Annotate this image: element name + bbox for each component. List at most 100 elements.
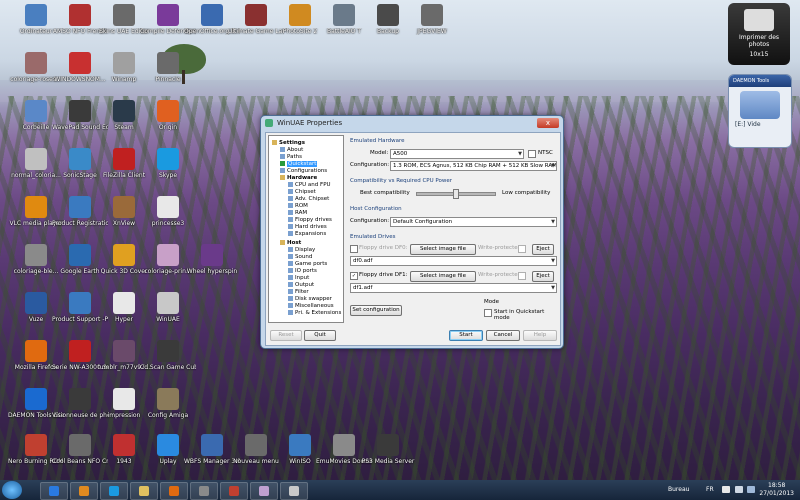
host-configuration-select[interactable]: Default Configuration ▼ <box>390 217 557 227</box>
df0-write-protected-checkbox[interactable] <box>518 245 526 253</box>
tree-item[interactable]: Output <box>288 282 314 289</box>
shortcut-icon <box>69 434 91 456</box>
taskbar-button-skype[interactable] <box>100 482 128 500</box>
reset-button[interactable]: Reset <box>270 330 302 341</box>
tree-item[interactable]: IO ports <box>288 268 317 275</box>
tree-item[interactable]: Game ports <box>288 261 327 268</box>
set-configuration-button[interactable]: Set configuration <box>350 305 402 316</box>
taskbar-button-firefox[interactable] <box>160 482 188 500</box>
tree-item-label: Floppy drives <box>295 217 332 223</box>
tree-item[interactable]: RAM <box>288 210 307 217</box>
close-button[interactable]: x <box>537 118 559 128</box>
tree-item[interactable]: Display <box>288 247 315 254</box>
start-button[interactable]: Start <box>449 330 483 341</box>
desktop-icon[interactable]: Origin <box>140 100 196 146</box>
df0-eject-button[interactable]: Eject <box>532 244 554 255</box>
desktop-icon[interactable]: WinUAE <box>140 292 196 338</box>
tree-item[interactable]: Pri. & Extensions <box>288 310 341 317</box>
help-button[interactable]: Help <box>523 330 557 341</box>
hw-configuration-select[interactable]: 1.3 ROM, ECS Agnus, 512 KB Chip RAM + 51… <box>390 161 557 171</box>
tray-flag-icon[interactable] <box>722 486 730 493</box>
quit-button[interactable]: Quit <box>304 330 336 341</box>
tree-item[interactable]: About <box>280 147 303 154</box>
best-compatibility-label: Best compatibility <box>360 190 410 196</box>
shortcut-icon <box>333 434 355 456</box>
taskbar-button-paint[interactable] <box>250 482 278 500</box>
df1-checkbox[interactable]: ✓ <box>350 272 358 280</box>
df1-label: Floppy drive DF1: <box>359 272 408 278</box>
desktop-icon[interactable]: Pinnacle <box>140 52 196 98</box>
ntsc-label: NTSC <box>538 150 553 156</box>
tree-item[interactable]: Input <box>288 275 309 282</box>
df1-path-combo[interactable]: df1.adf ▼ <box>350 283 557 293</box>
tree-item[interactable]: Host <box>280 240 301 247</box>
window-titlebar[interactable]: WinUAE Properties x <box>261 116 563 130</box>
tree-item[interactable]: CPU and FPU <box>288 182 331 189</box>
ntsc-checkbox[interactable] <box>528 150 536 158</box>
compatibility-slider[interactable] <box>416 188 496 200</box>
start-button[interactable] <box>2 481 22 499</box>
tree-item[interactable]: Hard drives <box>288 224 327 231</box>
df1-select-image-button[interactable]: Select image file <box>410 271 476 282</box>
df0-path-combo[interactable]: df0.adf ▼ <box>350 256 557 266</box>
daemon-tools-gadget[interactable]: DAEMON Tools [E:] Vide <box>728 74 792 148</box>
tree-item-label: RAM <box>295 210 308 216</box>
desktop-toolbar-label[interactable]: Bureau <box>668 486 689 493</box>
taskbar-button-burn[interactable] <box>220 482 248 500</box>
desktop-icon[interactable]: princesse3 <box>140 196 196 242</box>
settings-tree[interactable]: Settings About Paths Quickstart Configuratio… <box>268 135 344 323</box>
shortcut-icon <box>113 148 135 170</box>
shortcut-icon <box>157 196 179 218</box>
volume-icon[interactable] <box>735 486 743 493</box>
tree-item[interactable]: Configurations <box>280 168 327 175</box>
tree-item[interactable]: Chipset <box>288 189 316 196</box>
language-indicator[interactable]: FR <box>706 486 714 493</box>
tree-item[interactable]: Miscellaneous <box>288 303 334 310</box>
shortcut-icon <box>157 244 179 266</box>
desktop-icon[interactable]: JPEGVIEW <box>404 4 460 50</box>
taskbar-button-media-player[interactable] <box>70 482 98 500</box>
tree-item[interactable]: Adv. Chipset <box>288 196 329 203</box>
desktop-icon[interactable]: Wheel hyperspin <box>184 244 240 290</box>
printer-icon <box>744 9 774 31</box>
taskbar-button-app[interactable] <box>190 482 218 500</box>
desktop-icon-label: Config Amiga <box>147 412 189 419</box>
tree-item[interactable]: Floppy drives <box>288 217 332 224</box>
df0-checkbox[interactable] <box>350 245 358 253</box>
tree-item[interactable]: Paths <box>280 154 302 161</box>
page-icon <box>288 224 293 229</box>
tree-item[interactable]: Disk swapper <box>288 296 332 303</box>
window-client: Settings About Paths Quickstart Configuratio… <box>265 132 561 346</box>
tree-item[interactable]: Quickstart <box>280 161 318 168</box>
desktop-icon[interactable]: Config Amiga <box>140 388 196 434</box>
network-icon[interactable] <box>747 486 755 493</box>
tree-item-label: Host <box>287 240 302 246</box>
df1-eject-button[interactable]: Eject <box>532 271 554 282</box>
model-select[interactable]: A500 ▼ <box>390 149 524 159</box>
df1-write-protected-checkbox[interactable] <box>518 272 526 280</box>
taskbar-button-explorer[interactable] <box>130 482 158 500</box>
quickstart-mode-checkbox[interactable] <box>484 309 492 317</box>
desktop-icon[interactable]: Cd Scan Game Cube <box>140 340 196 386</box>
desktop-icon[interactable]: PS3 Media Server <box>360 434 416 480</box>
desktop-icon[interactable]: Skype <box>140 148 196 194</box>
tree-item[interactable]: Expansions <box>288 231 326 238</box>
tree-item[interactable]: Sound <box>288 254 312 261</box>
printer-gadget[interactable]: Imprimer des photos 10x15 <box>728 3 790 65</box>
taskbar-button-ie[interactable] <box>40 482 68 500</box>
df0-select-image-button[interactable]: Select image file <box>410 244 476 255</box>
cancel-button[interactable]: Cancel <box>486 330 520 341</box>
tree-item-label: Chipset <box>295 189 316 195</box>
slider-thumb[interactable] <box>453 189 459 199</box>
tree-item-label: ROM <box>295 203 308 209</box>
clock[interactable]: 18:58 27/01/2013 <box>759 482 794 498</box>
tree-item[interactable]: Filter <box>288 289 309 296</box>
shortcut-icon <box>113 196 135 218</box>
tree-item[interactable]: Settings <box>272 140 305 147</box>
virtual-drive-icon[interactable] <box>740 91 780 119</box>
taskbar-button-winuae[interactable] <box>280 482 308 500</box>
df1-write-protected-label: Write-protected <box>478 272 522 278</box>
tree-item[interactable]: ROM <box>288 203 308 210</box>
tree-item[interactable]: Hardware <box>280 175 317 182</box>
df0-write-protected-label: Write-protected <box>478 245 522 251</box>
